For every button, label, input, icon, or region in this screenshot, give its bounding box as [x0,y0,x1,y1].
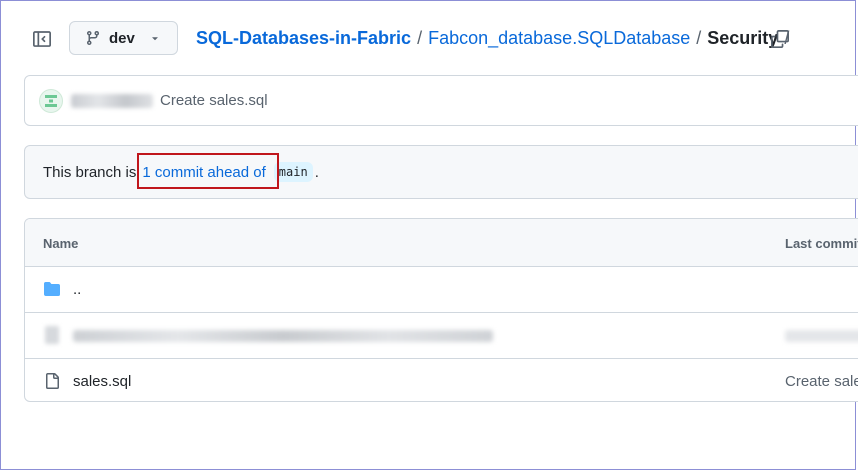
table-row[interactable]: .. [25,267,858,313]
file-name-redacted[interactable] [73,330,493,342]
commits-ahead-link[interactable]: 1 commit ahead of [142,164,265,181]
row-commit-message-link[interactable]: Create sales.sql [785,373,858,390]
row-commit-redacted[interactable] [785,330,858,342]
commit-message-link[interactable]: Create sales.sql [160,92,268,109]
git-branch-icon [86,31,99,46]
base-branch-badge[interactable]: main [273,162,313,182]
branch-name: dev [109,29,135,47]
sidepanel-expand-icon [33,31,51,47]
avatar-identicon-icon [45,94,57,107]
file-table: Name Last commit .. sales.sql Create sal… [24,218,858,402]
breadcrumb-separator: / [696,28,702,48]
branch-selector-button[interactable]: dev [69,21,178,55]
file-icon [43,326,61,344]
ahead-prefix-text: This branch is [43,163,137,181]
author-avatar[interactable] [39,88,63,113]
breadcrumb-separator: / [417,28,423,48]
column-header-name: Name [43,236,79,251]
copy-path-button[interactable] [768,27,792,51]
breadcrumb-folder-link[interactable]: Fabcon_database.SQLDatabase [428,28,690,49]
branch-ahead-banner: This branch is 1 commit ahead of main . [24,145,858,199]
author-name-redacted[interactable] [71,93,153,108]
table-row[interactable] [25,313,858,359]
column-header-last-commit: Last commit [785,236,858,251]
caret-down-icon [152,37,158,41]
copy-icon [771,30,789,48]
latest-commit-box: Create sales.sql [24,75,858,126]
breadcrumb-repo-link[interactable]: SQL-Databases-in-Fabric [196,28,411,49]
ahead-suffix-text: . [314,163,319,181]
parent-directory-link[interactable]: .. [73,281,81,298]
file-name-link[interactable]: sales.sql [73,373,131,390]
folder-icon [43,280,61,298]
table-row[interactable]: sales.sql Create sales.sql [25,359,858,401]
sidepanel-toggle-button[interactable] [29,26,55,52]
file-icon [43,372,61,390]
file-table-header: Name Last commit [25,219,858,267]
breadcrumb: SQL-Databases-in-Fabric / Fabcon_databas… [196,28,795,49]
